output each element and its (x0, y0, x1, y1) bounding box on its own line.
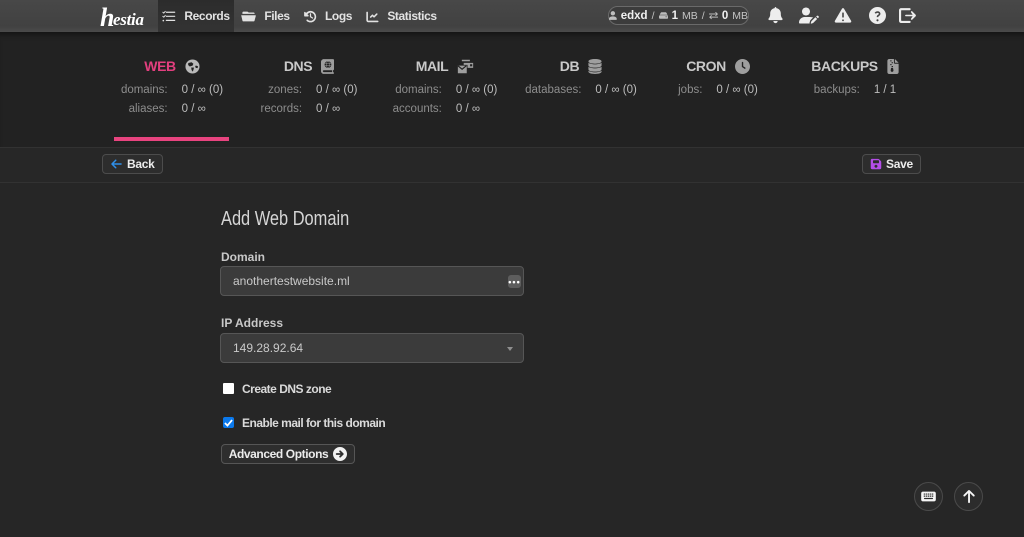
svg-text:estia: estia (113, 10, 145, 29)
